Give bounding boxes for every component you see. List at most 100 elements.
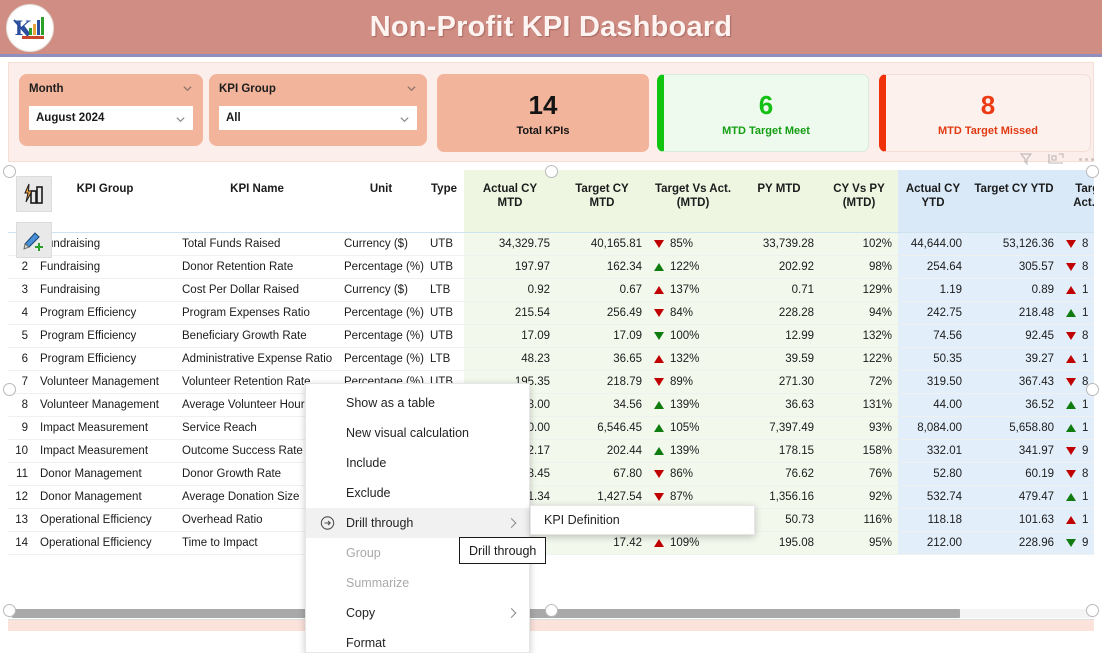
- col-kpi-group[interactable]: KPI Group: [34, 170, 176, 233]
- cell-cy-vs-py-mtd: 131%: [820, 393, 898, 417]
- cell-target-vs-act-ytd: 1: [1060, 278, 1094, 302]
- context-menu-item-show-as-a-table[interactable]: Show as a table: [306, 388, 529, 418]
- table-row[interactable]: 8 Volunteer Management Average Volunteer H…: [8, 393, 1094, 417]
- slicer-month-dropdown[interactable]: August 2024: [29, 106, 193, 130]
- resize-handle-top-center[interactable]: [545, 165, 558, 178]
- cell-target-cy-mtd: 202.44: [556, 439, 648, 463]
- resize-handle-bottom-right[interactable]: [1086, 604, 1099, 617]
- resize-handle-bottom-center[interactable]: [545, 604, 558, 617]
- cell-actual-cy-mtd: 48.23: [464, 347, 556, 371]
- col-actual-cy-mtd[interactable]: Actual CY MTD: [464, 170, 556, 233]
- resize-handle-mid-right[interactable]: [1086, 383, 1099, 396]
- cell-target-cy-ytd: 39.27: [968, 347, 1060, 371]
- chevron-down-icon[interactable]: [399, 114, 410, 125]
- trend-up-icon: [654, 285, 664, 294]
- quick-insights-icon[interactable]: [16, 176, 52, 212]
- resize-handle-bottom-left[interactable]: [3, 604, 16, 617]
- table-row[interactable]: 6 Program Efficiency Administrative Expens…: [8, 347, 1094, 371]
- resize-handle-top-right[interactable]: [1086, 165, 1099, 178]
- cell-target-cy-mtd: 67.80: [556, 462, 648, 486]
- cell-index: 12: [8, 485, 34, 509]
- col-target-vs-act-ytd[interactable]: Target Vs Act. (YTD): [1060, 170, 1094, 233]
- cell-target-cy-mtd: 0.67: [556, 278, 648, 302]
- resize-handle-top-left[interactable]: [3, 165, 16, 178]
- cell-cy-vs-py-mtd: 93%: [820, 416, 898, 440]
- context-menu-item-label: Format: [346, 636, 386, 650]
- table-row[interactable]: 7 Volunteer Management Volunteer Retention…: [8, 370, 1094, 394]
- trend-up-icon: [654, 446, 664, 455]
- cell-target-vs-act-mtd: 86%: [648, 462, 738, 486]
- table-row[interactable]: 4 Program Efficiency Program Expenses Rati…: [8, 301, 1094, 325]
- resize-handle-mid-left[interactable]: [3, 383, 16, 396]
- cell-cy-vs-py-mtd: 98%: [820, 255, 898, 279]
- cell-py-mtd: 202.92: [738, 255, 820, 279]
- filter-icon[interactable]: [1019, 152, 1033, 166]
- cell-py-mtd: 7,397.49: [738, 416, 820, 440]
- table-row[interactable]: 3 Fundraising Cost Per Dollar Raised Curren…: [8, 278, 1094, 302]
- col-target-cy-ytd[interactable]: Target CY YTD: [968, 170, 1060, 233]
- col-target-cy-mtd[interactable]: Target CY MTD: [556, 170, 648, 233]
- table-row[interactable]: 1FundraisingTotal Funds RaisedCurrency (…: [8, 232, 1094, 256]
- slicer-kpi-group-dropdown[interactable]: All: [219, 106, 417, 130]
- cell-cy-vs-py-mtd: 95%: [820, 531, 898, 555]
- col-py-mtd[interactable]: PY MTD: [738, 170, 820, 233]
- cell-index: 9: [8, 416, 34, 440]
- trend-up-icon: [654, 354, 664, 363]
- trend-down-icon: [1066, 469, 1076, 478]
- submenu-item-kpi-definition[interactable]: KPI Definition: [544, 513, 620, 527]
- filter-card-strip: Month August 2024 KPI Group All 14 Total…: [8, 62, 1094, 162]
- context-menu-item-new-visual-calculation[interactable]: New visual calculation: [306, 418, 529, 448]
- card-mtd-target-meet-caption: MTD Target Meet: [722, 124, 810, 137]
- chevron-down-icon[interactable]: [406, 83, 417, 94]
- col-cy-vs-py-mtd[interactable]: CY Vs PY (MTD): [820, 170, 898, 233]
- cell-target-vs-act-ytd: 8: [1060, 324, 1094, 348]
- context-menu-item-exclude[interactable]: Exclude: [306, 478, 529, 508]
- col-unit[interactable]: Unit: [338, 170, 424, 233]
- table-row[interactable]: 2 Fundraising Donor Retention Rate Percenta…: [8, 255, 1094, 279]
- cell-target-cy-ytd: 92.45: [968, 324, 1060, 348]
- chevron-down-icon[interactable]: [182, 83, 193, 94]
- slicer-kpi-group[interactable]: KPI Group All: [209, 74, 427, 146]
- table-row[interactable]: 10 Impact Measurement Outcome Success Rate…: [8, 439, 1094, 463]
- slicer-kpi-group-label: KPI Group: [219, 83, 276, 95]
- card-mtd-target-meet[interactable]: 6 MTD Target Meet: [657, 74, 869, 152]
- cell-index: 2: [8, 255, 34, 279]
- slicer-month[interactable]: Month August 2024: [19, 74, 203, 146]
- trend-up-icon: [1066, 423, 1076, 432]
- table-row[interactable]: 9Impact MeasurementService Reach6,900.00…: [8, 416, 1094, 440]
- cell-target-cy-mtd: 6,546.45: [556, 416, 648, 440]
- cell-cy-vs-py-mtd: 116%: [820, 508, 898, 532]
- cell-target-vs-act-ytd: 1: [1060, 301, 1094, 325]
- trend-up-icon: [1066, 515, 1076, 524]
- col-kpi-name[interactable]: KPI Name: [176, 170, 338, 233]
- cell-kpi-group: Impact Measurement: [34, 439, 176, 463]
- context-menu-item-include[interactable]: Include: [306, 448, 529, 478]
- col-actual-cy-ytd[interactable]: Actual CY YTD: [898, 170, 968, 233]
- context-menu-item-format[interactable]: Format: [306, 628, 529, 653]
- table-row[interactable]: 5 Program Efficiency Beneficiary Growth Ra…: [8, 324, 1094, 348]
- trend-down-icon: [654, 377, 664, 386]
- context-submenu[interactable]: KPI Definition: [530, 505, 755, 535]
- context-menu-item-label: Summarize: [346, 576, 410, 590]
- card-total-kpis[interactable]: 14 Total KPIs: [437, 74, 649, 152]
- cell-index: 11: [8, 462, 34, 486]
- cell-kpi-name: Program Expenses Ratio: [176, 301, 338, 325]
- trend-up-icon: [654, 262, 664, 271]
- chevron-down-icon[interactable]: [175, 114, 186, 125]
- col-target-vs-act-mtd[interactable]: Target Vs Act. (MTD): [648, 170, 738, 233]
- table-row[interactable]: 11 Donor Management Donor Growth Rate 58.45…: [8, 462, 1094, 486]
- trend-down-icon: [1066, 538, 1076, 547]
- col-type[interactable]: Type: [424, 170, 464, 233]
- trend-up-icon: [654, 538, 664, 547]
- card-mtd-target-missed[interactable]: 8 MTD Target Missed: [879, 74, 1091, 152]
- cell-unit: Percentage (%): [338, 301, 424, 325]
- context-menu[interactable]: Show as a table New visual calculation Inc…: [305, 383, 530, 653]
- format-paint-icon[interactable]: [16, 222, 52, 258]
- context-menu-item-drill-through[interactable]: Drill through: [306, 508, 529, 538]
- cell-target-vs-act-ytd: 9: [1060, 439, 1094, 463]
- more-options-icon[interactable]: [1079, 157, 1094, 161]
- cell-kpi-group: Volunteer Management: [34, 393, 176, 417]
- focus-mode-icon[interactable]: [1047, 152, 1065, 166]
- kpi-table-visual[interactable]: KPI Group KPI Name Unit Type Actual CY M…: [8, 170, 1094, 610]
- context-menu-item-copy[interactable]: Copy: [306, 598, 529, 628]
